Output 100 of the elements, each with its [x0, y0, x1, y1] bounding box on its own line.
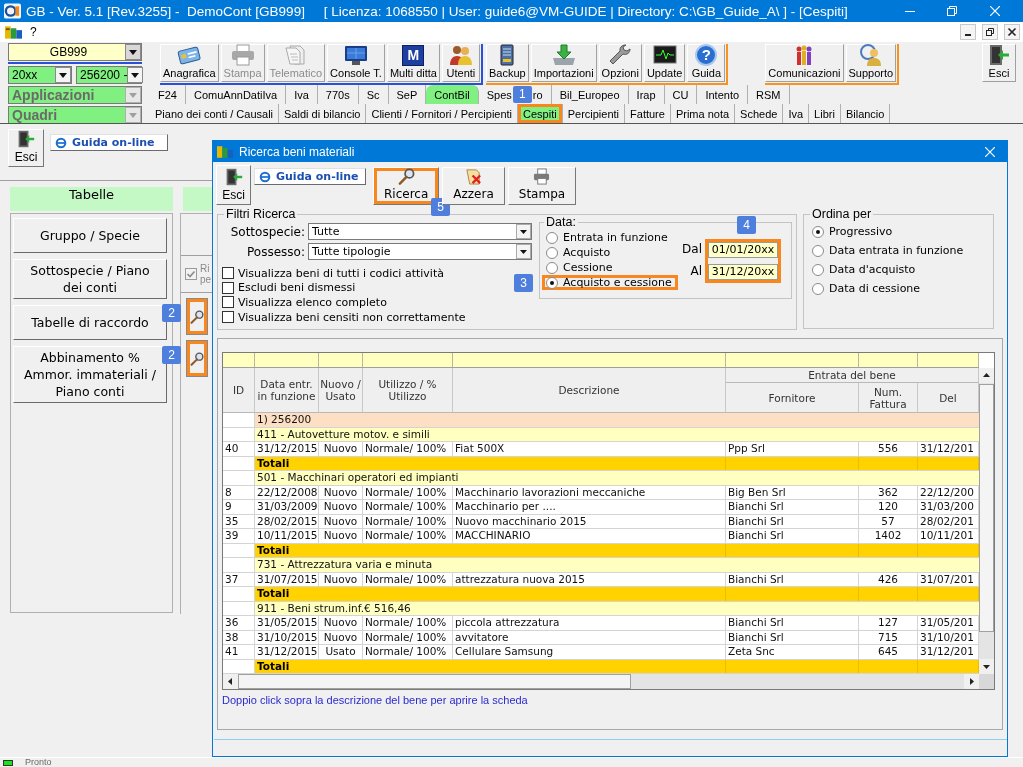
tab[interactable]: 770s	[317, 85, 359, 104]
table-button[interactable]: Tabelle di raccordo	[13, 305, 167, 340]
tab[interactable]: RSM	[748, 85, 790, 104]
account-select[interactable]: 256200 -	[76, 66, 142, 84]
toolbar-button[interactable]: Importazioni	[530, 44, 597, 82]
tab[interactable]: ComuAnnDatiIva	[185, 85, 287, 104]
table-cell: 645	[859, 645, 918, 660]
radio-option[interactable]: Entrata in funzione	[542, 230, 678, 245]
radio-option[interactable]: Acquisto	[542, 245, 678, 260]
checkbox-option[interactable]: Visualizza elenco completo	[222, 295, 387, 310]
toolbar-button[interactable]: Console T.	[327, 44, 385, 82]
restore-icon[interactable]	[982, 24, 998, 40]
radio-option[interactable]: Acquisto e cessione	[542, 275, 678, 290]
scroll-thumb[interactable]	[979, 384, 994, 632]
tab[interactable]: Libri	[809, 104, 841, 123]
toolbar-button[interactable]: M Multi ditta	[386, 44, 440, 82]
help-link-button[interactable]: Guida on-line	[254, 168, 366, 185]
toolbar-button[interactable]: Backup	[485, 44, 529, 82]
select-field[interactable]: Tutte	[308, 223, 532, 240]
sections-select[interactable]: Quadri	[8, 106, 142, 124]
tab[interactable]: Schede	[735, 104, 784, 123]
select-field[interactable]: Tutte tipologie	[308, 243, 532, 260]
toolbar-button[interactable]: Anagrafica	[160, 44, 219, 82]
horizontal-scrollbar[interactable]	[223, 674, 979, 689]
radio-button[interactable]	[546, 276, 558, 289]
help-link-button[interactable]: Guida on-line	[50, 134, 168, 151]
toolbar-button[interactable]: Azzera	[442, 167, 505, 205]
tab[interactable]: Intento	[697, 85, 749, 104]
table-button[interactable]: Sottospecie / Piano dei conti	[13, 259, 167, 299]
caret-icon[interactable]	[127, 67, 144, 83]
checkbox[interactable]	[222, 311, 234, 324]
scroll-left-icon[interactable]	[223, 674, 238, 689]
toolbar-button[interactable]: Stampa	[507, 167, 577, 205]
caret-icon[interactable]	[55, 67, 71, 83]
scroll-up-icon[interactable]	[979, 368, 994, 383]
checkbox-option[interactable]: Visualizza beni censiti non correttamente	[222, 309, 466, 325]
tab[interactable]: Spes 1 ro	[478, 85, 552, 104]
toolbar-button[interactable]: Update	[643, 44, 686, 82]
toolbar-button[interactable]: Comunicazioni	[765, 44, 844, 82]
radio-option[interactable]: Progressivo	[808, 222, 989, 241]
toolbar-button[interactable]: Opzioni	[598, 44, 642, 82]
table-button[interactable]: Gruppo / Specie	[13, 218, 167, 253]
tab[interactable]: Prima nota	[670, 104, 736, 123]
scroll-thumb[interactable]	[238, 674, 631, 689]
toolbar-button[interactable]: ? Guida	[687, 44, 726, 82]
radio-option[interactable]: Cessione	[542, 260, 678, 275]
scroll-down-icon[interactable]	[979, 659, 994, 674]
exit-button[interactable]: Esci	[216, 165, 251, 205]
table-button[interactable]: Abbinamento % Ammor. immateriali / Piano conti	[13, 346, 167, 403]
tab[interactable]: Sc	[358, 85, 389, 104]
radio-button[interactable]	[812, 282, 824, 295]
exit-button[interactable]: Esci	[8, 129, 44, 167]
company-select[interactable]: GB999	[8, 43, 142, 61]
tab[interactable]: Iva	[286, 85, 318, 104]
tab[interactable]: Piano dei conti / Causali	[150, 104, 279, 123]
caret-icon[interactable]	[516, 244, 531, 259]
tab[interactable]: F24	[150, 85, 186, 104]
monitor-icon	[344, 44, 368, 66]
tab[interactable]: Saldi di bilancio	[279, 104, 367, 123]
tab[interactable]: Irap	[628, 85, 665, 104]
checkbox[interactable]	[222, 281, 234, 294]
column-header[interactable]: ID	[223, 368, 255, 413]
radio-button[interactable]	[812, 244, 824, 257]
radio-option[interactable]: Data entrata in funzione	[808, 241, 989, 260]
search-button[interactable]	[186, 340, 208, 377]
checkbox[interactable]	[222, 296, 234, 309]
toolbar-button[interactable]: Supporto	[845, 44, 897, 82]
scroll-right-icon[interactable]	[964, 674, 979, 689]
tab[interactable]: Iva	[783, 104, 810, 123]
radio-button[interactable]	[812, 263, 824, 276]
tab[interactable]: ContBil	[426, 85, 479, 104]
table-cell: 31/10/2015	[255, 630, 319, 645]
close-icon[interactable]	[1004, 24, 1020, 40]
radio-option[interactable]: Data di cessione	[808, 279, 989, 298]
date-field[interactable]: 01/01/20xx	[708, 242, 778, 258]
checkbox-option[interactable]: Escludi beni dismessi	[222, 280, 356, 296]
menu-item[interactable]: ?	[30, 25, 37, 39]
radio-button[interactable]	[812, 225, 824, 238]
exit-button[interactable]: Esci	[982, 44, 1016, 82]
caret-icon[interactable]	[125, 44, 141, 60]
radio-button[interactable]	[546, 231, 558, 244]
toolbar-button[interactable]: Utenti	[441, 44, 480, 82]
minimize-icon[interactable]	[960, 24, 976, 40]
caret-icon[interactable]	[516, 224, 531, 239]
radio-option[interactable]: Data d'acquisto	[808, 260, 989, 279]
table-cell: Normale/ 100%	[363, 529, 453, 544]
checkbox[interactable]	[222, 267, 234, 280]
vertical-scrollbar[interactable]	[979, 368, 994, 674]
radio-button[interactable]	[546, 261, 558, 274]
tab[interactable]: Fatture	[625, 104, 671, 123]
checkbox-option[interactable]: Visualizza beni di tutti i codici attività	[222, 266, 444, 281]
tab[interactable]: Percipienti	[562, 104, 626, 123]
tab[interactable]: CU	[664, 85, 698, 104]
year-select[interactable]: 20xx	[8, 66, 72, 84]
applications-select[interactable]: Applicazioni	[8, 86, 142, 104]
date-field[interactable]: 31/12/20xx	[708, 264, 778, 280]
tab[interactable]: Bilancio	[840, 104, 891, 123]
search-button[interactable]	[186, 298, 208, 335]
tab[interactable]: Cespiti	[518, 104, 563, 123]
radio-button[interactable]	[546, 246, 558, 259]
